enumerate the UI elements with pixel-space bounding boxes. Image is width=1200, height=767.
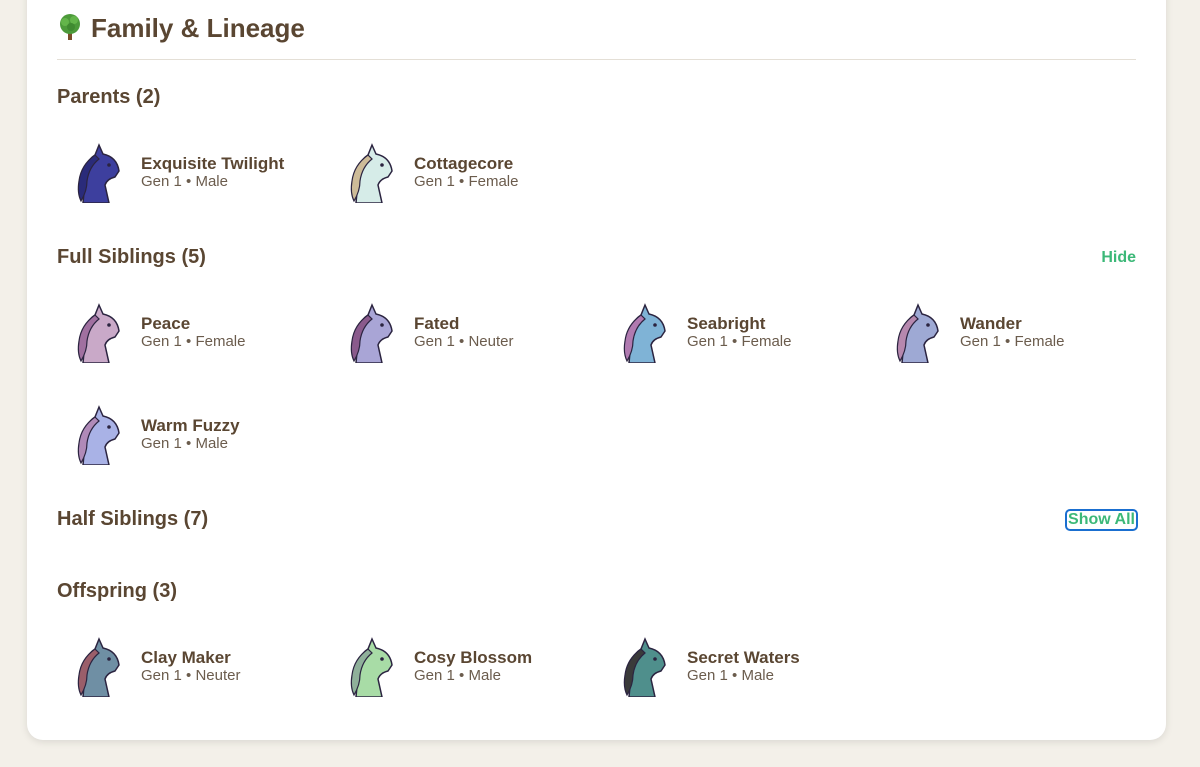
creature-avatar bbox=[77, 303, 120, 363]
creature-meta: Gen 1 • Male bbox=[141, 434, 228, 452]
creature-name[interactable]: Peace bbox=[141, 314, 245, 333]
creature-avatar bbox=[77, 637, 120, 697]
half-siblings-title: Half Siblings (7) bbox=[57, 508, 209, 530]
creature-entry[interactable]: Secret Waters Gen 1 • Male bbox=[603, 634, 863, 698]
creature-avatar bbox=[623, 637, 666, 697]
creature-avatar bbox=[350, 143, 393, 203]
creature-avatar bbox=[77, 405, 120, 465]
hide-full-siblings-button[interactable]: Hide bbox=[1101, 249, 1136, 267]
creature-name[interactable]: Secret Waters bbox=[687, 648, 800, 667]
creature-meta: Gen 1 • Female bbox=[960, 332, 1065, 350]
creature-entry[interactable]: Seabright Gen 1 • Female bbox=[603, 300, 863, 364]
creature-name[interactable]: Exquisite Twilight bbox=[141, 154, 284, 173]
creature-name[interactable]: Fated bbox=[414, 314, 513, 333]
creature-meta: Gen 1 • Male bbox=[687, 666, 774, 684]
creature-meta: Gen 1 • Neuter bbox=[414, 332, 514, 350]
creature-entry[interactable]: Cottagecore Gen 1 • Female bbox=[330, 140, 590, 204]
creature-name[interactable]: Warm Fuzzy bbox=[141, 416, 240, 435]
full-siblings-header: Full Siblings (5) Hide bbox=[57, 246, 1136, 269]
creature-entry[interactable]: Wander Gen 1 • Female bbox=[876, 300, 1136, 364]
creature-entry[interactable]: Exquisite Twilight Gen 1 • Male bbox=[57, 140, 317, 204]
family-lineage-card: Family & Lineage Parents (2) Exquisite T… bbox=[27, 0, 1166, 740]
parents-header: Parents (2) bbox=[57, 86, 1136, 109]
creature-name[interactable]: Seabright bbox=[687, 314, 791, 333]
creature-meta: Gen 1 • Neuter bbox=[141, 666, 241, 684]
full-siblings-title: Full Siblings (5) bbox=[57, 246, 206, 268]
creature-avatar bbox=[623, 303, 666, 363]
half-siblings-header: Half Siblings (7) Show All bbox=[57, 508, 1138, 531]
creature-entry[interactable]: Clay Maker Gen 1 • Neuter bbox=[57, 634, 317, 698]
creature-avatar bbox=[77, 143, 120, 203]
creature-avatar bbox=[350, 637, 393, 697]
creature-name[interactable]: Clay Maker bbox=[141, 648, 240, 667]
creature-avatar bbox=[350, 303, 393, 363]
offspring-header: Offspring (3) bbox=[57, 580, 1136, 603]
creature-name[interactable]: Cosy Blossom bbox=[414, 648, 532, 667]
offspring-title: Offspring (3) bbox=[57, 580, 177, 602]
tree-icon bbox=[60, 14, 80, 40]
creature-meta: Gen 1 • Female bbox=[141, 332, 246, 350]
creature-name[interactable]: Wander bbox=[960, 314, 1064, 333]
creature-meta: Gen 1 • Female bbox=[414, 172, 519, 190]
creature-meta: Gen 1 • Male bbox=[414, 666, 501, 684]
section-header: Family & Lineage bbox=[57, 12, 1136, 60]
creature-entry[interactable]: Cosy Blossom Gen 1 • Male bbox=[330, 634, 590, 698]
creature-entry[interactable]: Peace Gen 1 • Female bbox=[57, 300, 317, 364]
creature-avatar bbox=[896, 303, 939, 363]
creature-entry[interactable]: Warm Fuzzy Gen 1 • Male bbox=[57, 402, 317, 466]
creature-entry[interactable]: Fated Gen 1 • Neuter bbox=[330, 300, 590, 364]
show-all-half-siblings-button[interactable]: Show All bbox=[1065, 508, 1138, 531]
parents-title: Parents (2) bbox=[57, 86, 161, 108]
creature-name[interactable]: Cottagecore bbox=[414, 154, 518, 173]
page-title: Family & Lineage bbox=[91, 13, 305, 43]
creature-meta: Gen 1 • Male bbox=[141, 172, 228, 190]
creature-meta: Gen 1 • Female bbox=[687, 332, 792, 350]
